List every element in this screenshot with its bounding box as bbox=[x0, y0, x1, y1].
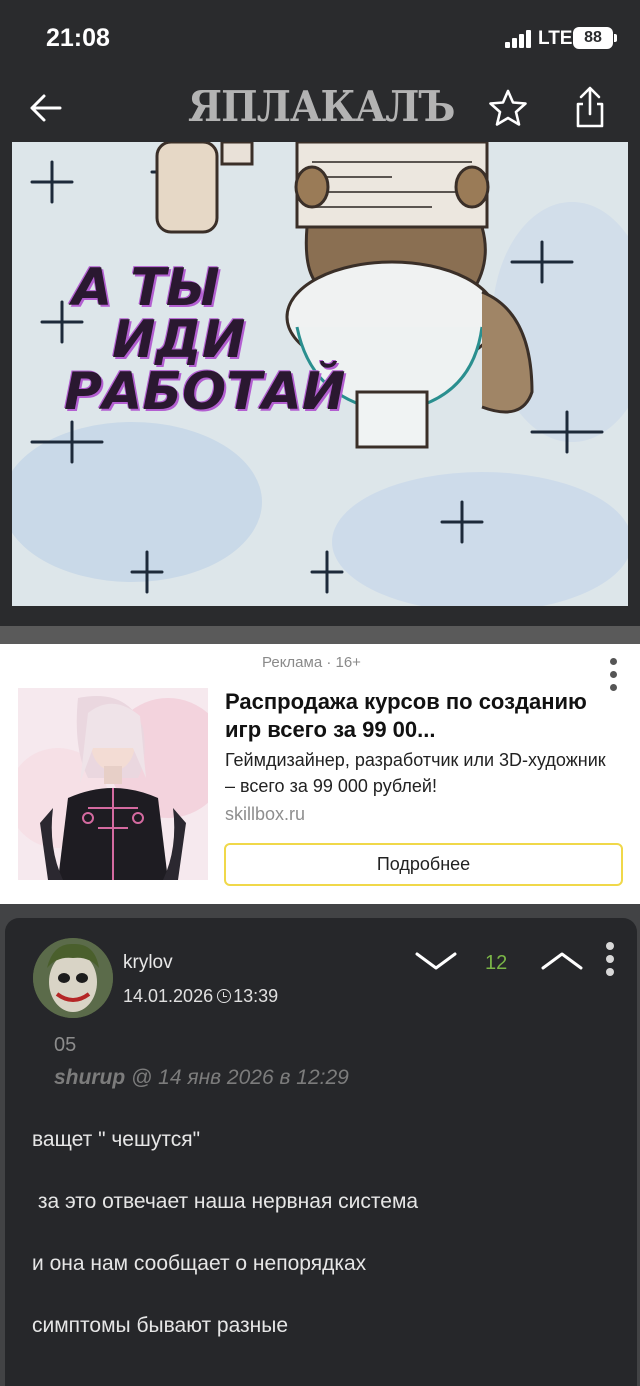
dot-icon bbox=[606, 968, 614, 976]
comment-date: 14.01.2026 bbox=[123, 986, 214, 1006]
site-logo[interactable]: ЯПЛАКАЛЪ bbox=[188, 82, 456, 131]
caption-line: ИДИ bbox=[112, 310, 246, 370]
battery-icon: 88 bbox=[573, 27, 613, 49]
clock-icon bbox=[217, 989, 232, 1003]
avatar[interactable] bbox=[33, 938, 113, 1018]
arrow-left-icon bbox=[30, 94, 62, 122]
section-separator bbox=[0, 626, 640, 644]
battery-tip bbox=[614, 34, 617, 42]
share-button[interactable] bbox=[568, 84, 612, 132]
comment-text-line: ващет " чешутся" bbox=[32, 1128, 201, 1151]
dot-icon bbox=[609, 658, 617, 665]
ad-title[interactable]: Распродажа курсов по созданию игр всего … bbox=[225, 688, 620, 744]
comment-text-line: симптомы бывают разные bbox=[32, 1314, 289, 1337]
dot-icon bbox=[606, 955, 614, 963]
status-time: 21:08 bbox=[46, 24, 110, 52]
share-icon bbox=[576, 86, 604, 128]
ad-character-illustration bbox=[18, 688, 208, 880]
avatar-image bbox=[33, 938, 113, 1018]
quote-meta: @ 14 янв 2026 в 12:29 bbox=[131, 1066, 349, 1089]
ad-image[interactable] bbox=[18, 688, 208, 880]
chevron-up-icon bbox=[541, 952, 583, 970]
ad-domain[interactable]: skillbox.ru bbox=[225, 804, 305, 825]
signal-icon bbox=[505, 30, 531, 48]
quote-username[interactable]: shurup bbox=[54, 1066, 125, 1089]
dot-icon bbox=[606, 942, 614, 950]
nav-bar: ЯПЛАКАЛЪ bbox=[0, 76, 640, 142]
quote-number: 05 bbox=[54, 1034, 77, 1056]
quote-reference[interactable]: shurup @ 14 янв 2026 в 12:29 bbox=[54, 1066, 349, 1090]
ad-details-button[interactable]: Подробнее bbox=[224, 843, 623, 886]
caption-line: РАБОТАЙ bbox=[64, 362, 346, 422]
vote-up-button[interactable] bbox=[539, 946, 585, 976]
comment-rating: 12 bbox=[485, 952, 508, 974]
ad-block[interactable]: Реклама · 16+ Распродажа курсов по созда… bbox=[0, 644, 640, 904]
comment-more-button[interactable] bbox=[601, 942, 619, 982]
comment-username[interactable]: krylov bbox=[123, 952, 173, 974]
back-button[interactable] bbox=[26, 88, 66, 128]
comment-card: krylov 14.01.2026 13:39 12 05 shurup @ 14… bbox=[5, 918, 637, 1386]
favorite-button[interactable] bbox=[486, 86, 530, 130]
caption-line: А ТЫ bbox=[72, 258, 220, 318]
comment-text-line: за это отвечает наша нервная система bbox=[32, 1190, 419, 1213]
vote-down-button[interactable] bbox=[413, 946, 459, 976]
comment-datetime: 14.01.2026 13:39 bbox=[123, 986, 278, 1007]
dot-icon bbox=[609, 671, 617, 678]
ad-description: Геймдизайнер, разработчик или 3D-художни… bbox=[225, 750, 606, 796]
chevron-down-icon bbox=[415, 952, 457, 970]
ad-label: Реклама · 16+ bbox=[262, 654, 361, 671]
comment-text-line: и она нам сообщает о непорядках bbox=[32, 1252, 367, 1275]
post-image[interactable]: А ТЫ ИДИ РАБОТАЙ bbox=[12, 142, 628, 606]
network-type: LTE bbox=[538, 28, 573, 49]
status-bar: 21:08 LTE 88 bbox=[0, 0, 640, 76]
comment-time: 13:39 bbox=[233, 986, 279, 1006]
post-image-caption: А ТЫ ИДИ РАБОТАЙ bbox=[64, 258, 345, 418]
star-icon bbox=[489, 89, 527, 126]
